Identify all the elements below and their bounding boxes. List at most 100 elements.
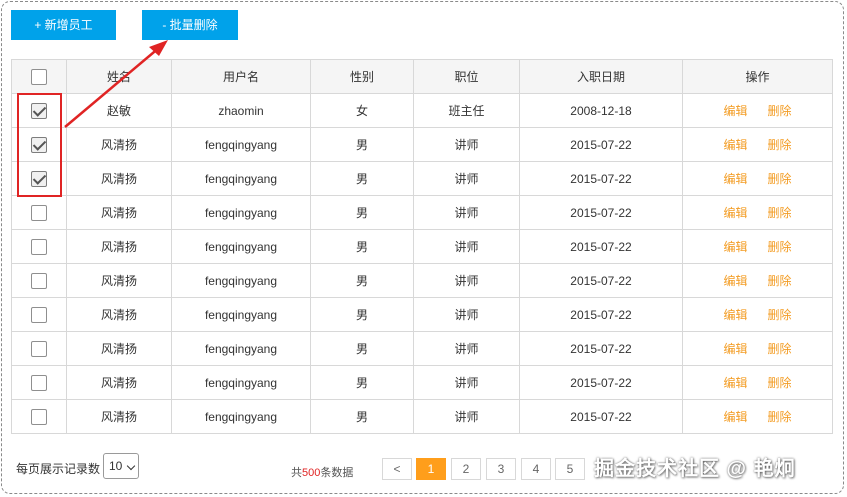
header-name: 姓名 xyxy=(66,59,172,94)
row-checkbox-icon[interactable] xyxy=(31,136,47,153)
table-header-row: 姓名 用户名 性别 职位 入职日期 操作 xyxy=(11,59,833,94)
edit-link[interactable]: 编辑 xyxy=(723,342,747,356)
cell-position: 讲师 xyxy=(413,127,520,162)
page-size-select[interactable]: 10 xyxy=(103,453,139,479)
cell-actions: 编辑 删除 xyxy=(682,399,833,434)
cell-gender: 男 xyxy=(310,263,414,298)
page-button-3[interactable]: 3 xyxy=(486,458,516,480)
edit-link[interactable]: 编辑 xyxy=(723,308,747,322)
row-checkbox-icon[interactable] xyxy=(31,272,47,289)
cell-gender: 男 xyxy=(310,195,414,230)
cell-gender: 女 xyxy=(310,93,414,128)
select-all-cell[interactable] xyxy=(11,59,67,94)
table-row: 风清扬 fengqingyang 男讲师 2015-07-22 编辑 删除 xyxy=(11,161,833,196)
page-button-4[interactable]: 4 xyxy=(521,458,551,480)
row-select-cell[interactable] xyxy=(11,161,67,196)
delete-link[interactable]: 删除 xyxy=(768,138,792,152)
cell-username: fengqingyang xyxy=(171,297,311,332)
edit-link[interactable]: 编辑 xyxy=(723,138,747,152)
cell-name: 风清扬 xyxy=(66,229,172,264)
row-select-cell[interactable] xyxy=(11,127,67,162)
delete-link[interactable]: 删除 xyxy=(768,240,792,254)
total-count: 500 xyxy=(302,467,321,479)
add-employee-button[interactable]: + 新增员工 xyxy=(11,10,116,40)
row-select-cell[interactable] xyxy=(11,93,67,128)
cell-actions: 编辑 删除 xyxy=(682,263,833,298)
batch-delete-button[interactable]: - 批量删除 xyxy=(142,10,238,40)
edit-link[interactable]: 编辑 xyxy=(723,206,747,220)
prev-page-button[interactable]: < xyxy=(382,458,412,480)
edit-link[interactable]: 编辑 xyxy=(723,172,747,186)
row-select-cell[interactable] xyxy=(11,331,67,366)
employee-table: 姓名 用户名 性别 职位 入职日期 操作 赵敏 zhaomin 女班主任 2008-1… xyxy=(11,59,833,434)
page-button-1[interactable]: 1 xyxy=(416,458,446,480)
delete-link[interactable]: 删除 xyxy=(768,206,792,220)
row-select-cell[interactable] xyxy=(11,195,67,230)
cell-name: 风清扬 xyxy=(66,161,172,196)
cell-username: fengqingyang xyxy=(171,161,311,196)
cell-position: 讲师 xyxy=(413,263,520,298)
cell-username: fengqingyang xyxy=(171,229,311,264)
cell-username: fengqingyang xyxy=(171,263,311,298)
cell-name: 风清扬 xyxy=(66,195,172,230)
delete-link[interactable]: 删除 xyxy=(768,376,792,390)
cell-actions: 编辑 删除 xyxy=(682,365,833,400)
delete-link[interactable]: 删除 xyxy=(768,172,792,186)
cell-actions: 编辑 删除 xyxy=(682,195,833,230)
cell-username: fengqingyang xyxy=(171,399,311,434)
row-checkbox-icon[interactable] xyxy=(31,374,47,391)
cell-position: 讲师 xyxy=(413,399,520,434)
row-checkbox-icon[interactable] xyxy=(31,102,47,119)
row-checkbox-icon[interactable] xyxy=(31,340,47,357)
table-body: 赵敏 zhaomin 女班主任 2008-12-18 编辑 删除 风清扬 fengqingya… xyxy=(11,93,833,434)
cell-date: 2015-07-22 xyxy=(519,365,683,400)
cell-date: 2015-07-22 xyxy=(519,127,683,162)
cell-actions: 编辑 删除 xyxy=(682,127,833,162)
edit-link[interactable]: 编辑 xyxy=(723,104,747,118)
delete-link[interactable]: 删除 xyxy=(768,308,792,322)
header-username: 用户名 xyxy=(171,59,311,94)
cell-date: 2008-12-18 xyxy=(519,93,683,128)
cell-position: 讲师 xyxy=(413,229,520,264)
page-button-5[interactable]: 5 xyxy=(555,458,585,480)
row-select-cell[interactable] xyxy=(11,297,67,332)
cell-gender: 男 xyxy=(310,127,414,162)
cell-date: 2015-07-22 xyxy=(519,263,683,298)
cell-gender: 男 xyxy=(310,229,414,264)
row-select-cell[interactable] xyxy=(11,365,67,400)
cell-actions: 编辑 删除 xyxy=(682,229,833,264)
page-size-label: 每页展示记录数 xyxy=(16,462,101,476)
edit-link[interactable]: 编辑 xyxy=(723,274,747,288)
edit-link[interactable]: 编辑 xyxy=(723,240,747,254)
cell-position: 讲师 xyxy=(413,161,520,196)
row-checkbox-icon[interactable] xyxy=(31,306,47,323)
edit-link[interactable]: 编辑 xyxy=(723,376,747,390)
cell-position: 班主任 xyxy=(413,93,520,128)
total-prefix: 共 xyxy=(291,467,302,479)
total-suffix: 条数据 xyxy=(320,467,354,479)
select-all-checkbox-icon[interactable] xyxy=(31,68,47,85)
row-select-cell[interactable] xyxy=(11,399,67,434)
row-select-cell[interactable] xyxy=(11,263,67,298)
cell-position: 讲师 xyxy=(413,297,520,332)
cell-name: 风清扬 xyxy=(66,297,172,332)
delete-link[interactable]: 删除 xyxy=(768,410,792,424)
cell-actions: 编辑 删除 xyxy=(682,161,833,196)
cell-date: 2015-07-22 xyxy=(519,297,683,332)
row-checkbox-icon[interactable] xyxy=(31,204,47,221)
cell-name: 风清扬 xyxy=(66,331,172,366)
page-size-value: 10 xyxy=(109,459,123,473)
table-row: 风清扬 fengqingyang 男讲师 2015-07-22 编辑 删除 xyxy=(11,195,833,230)
delete-link[interactable]: 删除 xyxy=(768,274,792,288)
cell-date: 2015-07-22 xyxy=(519,195,683,230)
cell-gender: 男 xyxy=(310,365,414,400)
cell-username: fengqingyang xyxy=(171,365,311,400)
page-button-2[interactable]: 2 xyxy=(451,458,481,480)
delete-link[interactable]: 删除 xyxy=(768,104,792,118)
row-select-cell[interactable] xyxy=(11,229,67,264)
edit-link[interactable]: 编辑 xyxy=(723,410,747,424)
row-checkbox-icon[interactable] xyxy=(31,170,47,187)
delete-link[interactable]: 删除 xyxy=(768,342,792,356)
row-checkbox-icon[interactable] xyxy=(31,238,47,255)
row-checkbox-icon[interactable] xyxy=(31,408,47,425)
